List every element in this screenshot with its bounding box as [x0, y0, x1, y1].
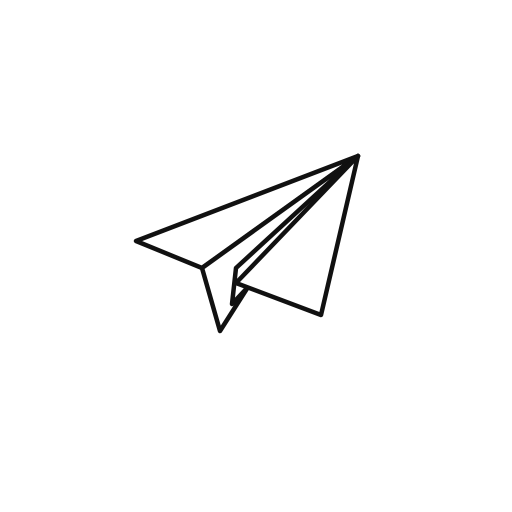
paper-plane-icon	[133, 153, 361, 334]
icon-canvas	[0, 0, 512, 512]
